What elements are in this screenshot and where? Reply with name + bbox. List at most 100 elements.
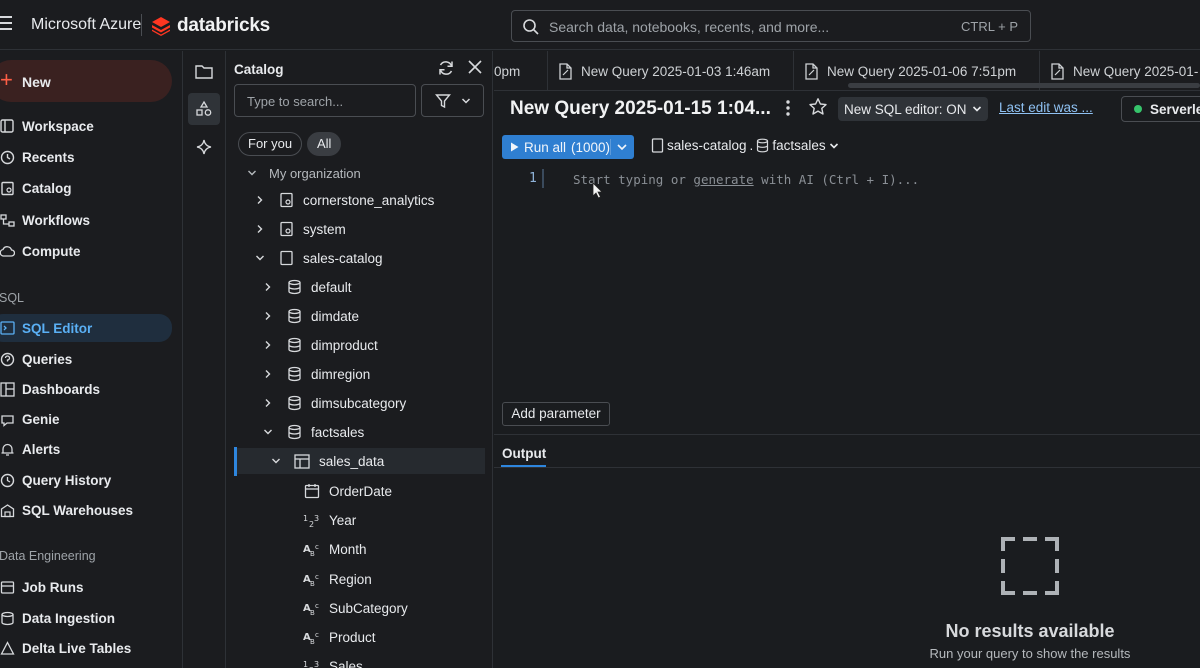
nav-item-catalog[interactable]: Catalog xyxy=(0,175,172,201)
catalog-filter-button[interactable] xyxy=(421,84,484,117)
nav-item-alerts[interactable]: Alerts xyxy=(0,436,172,462)
workflows-icon xyxy=(0,211,16,229)
nav-item-delta-live-tables[interactable]: Delta Live Tables xyxy=(0,635,172,661)
nav-item-compute[interactable]: Compute xyxy=(0,238,172,264)
catalog-browser-button[interactable] xyxy=(188,93,220,125)
tree-column-item[interactable]: ABc Region xyxy=(303,566,372,592)
code-placeholder-end: with AI (Ctrl + I)... xyxy=(753,172,920,187)
play-icon xyxy=(511,142,519,152)
line-number: 1 xyxy=(529,171,537,186)
output-divider[interactable] xyxy=(494,434,1200,435)
query-tab[interactable]: 0pm xyxy=(494,51,548,91)
tree-schema-item[interactable]: dimproduct xyxy=(261,332,378,358)
chevron-down-icon xyxy=(253,251,267,265)
query-title[interactable]: New Query 2025-01-15 1:04... xyxy=(510,98,771,120)
nav-item-label: Workflows xyxy=(22,212,91,228)
filter-icon xyxy=(434,93,451,108)
chevron-down-icon[interactable] xyxy=(616,141,628,153)
code-editor[interactable]: Start typing or generate with AI (Ctrl +… xyxy=(573,172,919,187)
chevron-down-icon xyxy=(269,454,283,468)
chevron-right-icon xyxy=(253,193,267,207)
side-icon-rail xyxy=(184,51,226,668)
run-all-button[interactable]: Run all (1000) xyxy=(502,135,634,159)
svg-text:3: 3 xyxy=(314,660,319,668)
tree-schema-item[interactable]: factsales xyxy=(261,419,364,445)
sql-editor-toggle[interactable]: New SQL editor: ON xyxy=(838,97,988,121)
nav-item-genie[interactable]: Genie xyxy=(0,406,172,432)
tree-catalog-item[interactable]: sales-catalog xyxy=(253,245,383,271)
context-schema: factsales xyxy=(772,138,826,153)
menu-icon[interactable] xyxy=(0,16,12,30)
nav-item-job-runs[interactable]: Job Runs xyxy=(0,574,172,600)
tree-column-item[interactable]: ABc SubCategory xyxy=(303,595,408,621)
context-catalog: sales-catalog xyxy=(667,138,747,153)
tree-catalog-item[interactable]: cornerstone_analytics xyxy=(253,187,434,213)
databricks-logo[interactable]: databricks xyxy=(151,14,270,38)
tab-label: New Query 2025-01-06 7:51pm xyxy=(827,63,1017,79)
query-file-icon xyxy=(805,62,818,80)
generate-ai-link[interactable]: generate xyxy=(693,172,753,187)
tab-output[interactable]: Output xyxy=(502,446,546,461)
catalog-panel: Catalog Type to search... For you All My… xyxy=(227,51,493,668)
tree-column-label: OrderDate xyxy=(329,483,393,499)
add-parameter-button[interactable]: Add parameter xyxy=(502,402,610,426)
run-all-label: Run all xyxy=(524,139,567,155)
tree-schema-label: dimregion xyxy=(311,366,371,382)
tree-column-item[interactable]: 123 Sales xyxy=(303,653,363,668)
nav-item-dashboards[interactable]: Dashboards xyxy=(0,376,172,402)
nav-item-recents[interactable]: Recents xyxy=(0,144,172,170)
tree-column-item[interactable]: ABc Product xyxy=(303,624,376,650)
databricks-logo-icon xyxy=(152,17,170,36)
catalog-icon xyxy=(277,249,295,267)
pill-all[interactable]: All xyxy=(307,132,342,156)
workspace-browser-button[interactable] xyxy=(188,56,220,88)
tree-column-item[interactable]: ABc Month xyxy=(303,536,367,562)
tree-table-label: sales_data xyxy=(319,453,385,469)
tab-label: 0pm xyxy=(494,63,521,79)
nav-item-sql-editor[interactable]: SQL Editor xyxy=(0,314,172,342)
shapes-icon xyxy=(196,100,212,116)
chevron-right-icon xyxy=(253,222,267,236)
tree-column-item[interactable]: 123 Year xyxy=(303,507,356,533)
numeric-type-icon: 123 xyxy=(303,511,321,529)
tree-schema-label: default xyxy=(311,279,352,295)
tree-schema-item[interactable]: dimsubcategory xyxy=(261,390,406,416)
search-shortcut: CTRL + P xyxy=(961,19,1018,34)
tabs-scrollbar[interactable] xyxy=(848,83,1200,88)
catalog-search-input[interactable]: Type to search... xyxy=(234,84,416,117)
tab-label: New Query 2025-01-03 1:46am xyxy=(581,63,771,79)
tree-schema-item[interactable]: default xyxy=(261,274,352,300)
new-button[interactable]: + New xyxy=(0,60,172,102)
pill-for-you[interactable]: For you xyxy=(238,132,303,156)
query-tab[interactable]: New Query 2025-01-03 1:46am xyxy=(548,51,794,91)
nav-item-query-history[interactable]: Query History xyxy=(0,467,172,493)
nav-item-label: Delta Live Tables xyxy=(22,640,132,656)
more-options-icon[interactable] xyxy=(785,99,791,117)
svg-text:B: B xyxy=(310,638,315,645)
refresh-icon[interactable] xyxy=(437,59,455,77)
nav-item-workflows[interactable]: Workflows xyxy=(0,207,172,233)
tree-schema-item[interactable]: dimregion xyxy=(261,361,370,387)
warehouse-selector[interactable]: Serverles xyxy=(1121,96,1200,122)
global-search-input[interactable]: Search data, notebooks, recents, and mor… xyxy=(511,10,1031,42)
tree-schema-item[interactable]: dimdate xyxy=(261,303,359,329)
tree-column-item[interactable]: OrderDate xyxy=(303,478,392,504)
nav-item-sql-warehouses[interactable]: SQL Warehouses xyxy=(0,497,172,523)
star-icon[interactable] xyxy=(808,97,828,117)
database-icon xyxy=(285,336,303,354)
last-edit-link[interactable]: Last edit was ... xyxy=(999,100,1093,115)
close-icon[interactable] xyxy=(467,59,483,75)
tree-org-header[interactable]: My organization xyxy=(245,160,361,186)
nav-item-workspace[interactable]: Workspace xyxy=(0,113,172,139)
catalog-icon xyxy=(277,191,295,209)
tree-catalog-item[interactable]: system xyxy=(253,216,346,242)
assistant-button[interactable] xyxy=(188,131,220,163)
svg-text:B: B xyxy=(310,609,315,616)
empty-results-title: No results available xyxy=(945,621,1115,641)
query-file-icon xyxy=(1051,62,1064,80)
nav-item-data-ingestion[interactable]: Data Ingestion xyxy=(0,605,172,631)
nav-item-label: Recents xyxy=(22,149,75,165)
nav-item-queries[interactable]: Queries xyxy=(0,346,172,372)
catalog-schema-selector[interactable]: sales-catalog . factsales xyxy=(651,138,839,153)
tree-table-item[interactable]: sales_data xyxy=(237,448,485,474)
